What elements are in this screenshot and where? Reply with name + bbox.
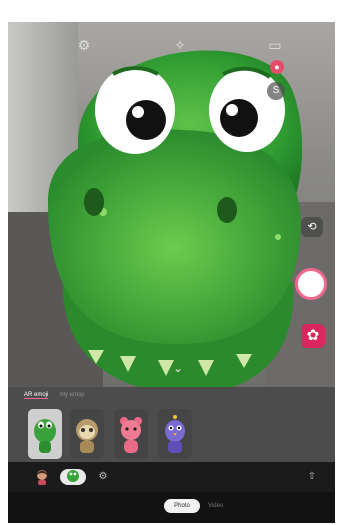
switch-camera-icon[interactable]: ⟲ <box>301 217 323 237</box>
settings-icon[interactable]: ⚙ <box>75 36 93 54</box>
tray-tabs: AR emoji My emoji <box>24 392 94 406</box>
emoji-bottombar: ⚙ ⇧ <box>8 462 335 492</box>
mode-bar: Photo Video <box>8 492 335 523</box>
profile-icon[interactable]: ● <box>270 60 284 74</box>
aspect-ratio-icon[interactable]: ▭ <box>266 36 284 54</box>
tray-item-sloth[interactable] <box>70 409 104 459</box>
camera-topbar: ⚙ ✧ ▭ <box>8 22 335 66</box>
camera-screen: ⚙ ✧ ▭ ● S ⟲ ✿ ⌄ AR emoji My emoji ⚙ ⇧ Ph… <box>8 22 335 523</box>
pink-bear-icon <box>120 417 142 453</box>
dino-green-icon <box>34 419 56 453</box>
tray-item-dino-green[interactable] <box>28 409 62 459</box>
tab-my-emoji[interactable]: My emoji <box>60 392 84 398</box>
tray-item-pink-bear[interactable] <box>114 409 148 459</box>
bird-purple-icon <box>165 415 185 453</box>
tray-item-bird-purple[interactable] <box>158 409 192 459</box>
effects-icon[interactable]: ✧ <box>171 36 189 54</box>
mode-video[interactable]: Video <box>208 499 223 513</box>
tab-ar-emoji[interactable]: AR emoji <box>24 392 49 399</box>
gallery-settings-icon[interactable]: ⚙ <box>95 469 111 485</box>
dino-ar-mask <box>48 50 303 387</box>
sloth-icon <box>76 419 98 453</box>
shutter-button[interactable] <box>295 268 327 300</box>
emoji-tray: AR emoji My emoji <box>8 387 335 462</box>
dino-icon[interactable] <box>60 469 86 485</box>
chevron-down-icon[interactable]: ⌄ <box>170 361 186 375</box>
camera-viewfinder: ⚙ ✧ ▭ ● S ⟲ ✿ ⌄ <box>8 22 335 387</box>
flower-effect-icon[interactable]: ✿ <box>301 324 325 348</box>
mode-photo[interactable]: Photo <box>164 499 200 513</box>
share-icon[interactable]: ⇧ <box>304 469 320 485</box>
sticker-icon[interactable]: S <box>267 82 285 100</box>
avatar-icon[interactable] <box>34 469 50 485</box>
